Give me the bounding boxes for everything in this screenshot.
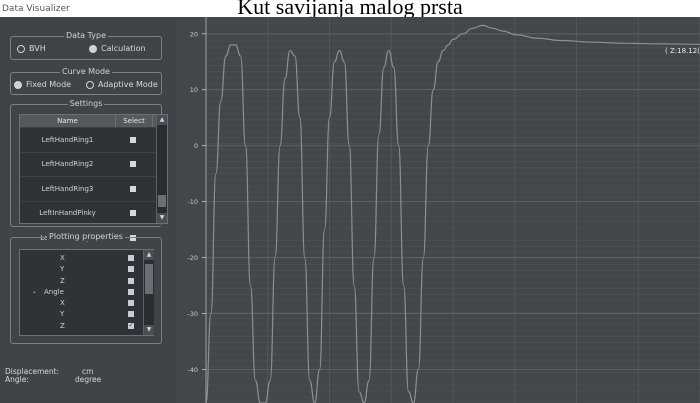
row-name: LeftHandRing3 <box>41 184 94 193</box>
checkbox[interactable] <box>128 300 134 307</box>
table-row[interactable]: LeftHandRing3 <box>20 176 167 201</box>
radio-icon <box>17 44 25 53</box>
y-tick-label: -10 <box>187 198 198 206</box>
tree-item-label: Z <box>60 276 65 285</box>
tree-item[interactable]: Z ✓ <box>20 321 153 332</box>
checkbox[interactable] <box>128 266 134 273</box>
table-row[interactable]: LeftInHandPinky <box>20 200 167 226</box>
radio-bvh[interactable]: BVH <box>17 44 46 53</box>
tree-item[interactable]: Y <box>20 309 153 320</box>
table-header: Name Select <box>20 115 167 127</box>
tree-item-label: Angle <box>44 287 64 296</box>
select-checkbox[interactable] <box>130 210 136 217</box>
tree-item-label: X <box>60 299 65 308</box>
checkbox[interactable] <box>128 288 134 295</box>
app-title: Data Visualizer <box>2 4 70 14</box>
y-tick-label: -30 <box>187 310 198 318</box>
table-row[interactable]: LeftHandRing2 <box>20 151 167 177</box>
data-type-group: Data Type BVH Calculation <box>10 31 162 60</box>
sidebar: Data Type BVH Calculation Curve Mode Fix… <box>0 17 177 403</box>
select-checkbox[interactable] <box>130 161 136 168</box>
y-tick-label: -20 <box>187 254 198 262</box>
column-header-select[interactable]: Select <box>116 115 153 127</box>
y-tick-label: 0 <box>194 142 198 150</box>
select-checkbox[interactable] <box>130 136 136 143</box>
angle-label: Angle: <box>5 375 29 384</box>
scroll-up-icon[interactable]: ▲ <box>157 115 167 125</box>
settings-title: Settings <box>67 99 105 108</box>
radio-fixed-mode-label: Fixed Mode <box>26 80 72 89</box>
scroll-thumb[interactable] <box>158 195 166 207</box>
settings-group: Settings Name Select LeftHandRing1 LeftH… <box>10 99 168 242</box>
app-window: Data Type BVH Calculation Curve Mode Fix… <box>0 17 700 403</box>
tree-item-label: Z <box>60 321 65 330</box>
radio-selected-icon <box>89 44 97 53</box>
scroll-down-icon[interactable]: ▼ <box>157 213 167 223</box>
data-type-title: Data Type <box>63 31 109 40</box>
radio-adaptive-mode[interactable]: Adaptive Mode <box>86 80 158 89</box>
checkbox[interactable] <box>128 311 134 318</box>
angle-unit: degree <box>75 375 102 384</box>
plotting-properties-group: Plotting properties X Y Z ⌄ Angle X Y Z ✓… <box>10 232 162 344</box>
y-tick-label: 20 <box>190 30 198 38</box>
curve-mode-title: Curve Mode <box>60 67 112 76</box>
plotting-properties-title: Plotting properties <box>47 232 125 241</box>
row-name: LeftInHandPinky <box>39 209 96 218</box>
checkbox-checked-icon[interactable]: ✓ <box>128 322 134 329</box>
radio-bvh-label: BVH <box>29 44 46 53</box>
scroll-down-icon[interactable]: ▼ <box>144 325 154 335</box>
row-name: LeftHandRing1 <box>41 135 94 144</box>
plotting-tree: X Y Z ⌄ Angle X Y Z ✓ ▲ ▼ <box>19 249 154 336</box>
scroll-up-icon[interactable]: ▲ <box>144 250 154 260</box>
tree-item-label: Y <box>60 310 65 319</box>
tree-item-label: X <box>60 254 65 262</box>
plot-area[interactable]: 20 10 0 -10 -20 -30 -40 ( Z:18.12( <box>176 17 700 403</box>
y-tick-label: -40 <box>187 366 198 374</box>
tree-item[interactable]: X <box>20 298 153 309</box>
radio-adaptive-mode-label: Adaptive Mode <box>98 80 158 89</box>
radio-icon <box>86 80 94 89</box>
checkbox[interactable] <box>128 255 134 261</box>
chevron-down-icon[interactable]: ⌄ <box>32 288 37 295</box>
scroll-thumb[interactable] <box>145 264 153 294</box>
tree-item-label: Y <box>60 265 65 274</box>
plotting-scrollbar[interactable]: ▲ ▼ <box>143 250 154 335</box>
radio-selected-icon <box>14 80 22 89</box>
row-name: LeftHandRing2 <box>41 160 94 169</box>
select-checkbox[interactable] <box>130 185 136 192</box>
curve-mode-group: Curve Mode Fixed Mode Adaptive Mode <box>10 67 162 95</box>
settings-scrollbar[interactable]: ▲ ▼ <box>156 115 167 223</box>
radio-calculation-label: Calculation <box>101 44 146 53</box>
line-chart[interactable]: 20 10 0 -10 -20 -30 -40 <box>176 17 700 403</box>
table-row[interactable]: LeftHandRing1 <box>20 127 167 152</box>
tree-item-angle[interactable]: ⌄ Angle <box>20 287 153 298</box>
y-tick-label: 10 <box>190 86 198 94</box>
tree-item[interactable]: Z <box>20 276 153 287</box>
tree-item[interactable]: Y <box>20 264 153 275</box>
checkbox[interactable] <box>128 277 134 284</box>
tree-item[interactable]: X <box>20 253 153 264</box>
radio-fixed-mode[interactable]: Fixed Mode <box>14 80 71 89</box>
column-header-name[interactable]: Name <box>20 115 116 127</box>
radio-calculation[interactable]: Calculation <box>89 44 146 53</box>
cursor-readout: ( Z:18.12( <box>665 47 700 55</box>
settings-table: Name Select LeftHandRing1 LeftHandRing2 … <box>19 114 168 242</box>
